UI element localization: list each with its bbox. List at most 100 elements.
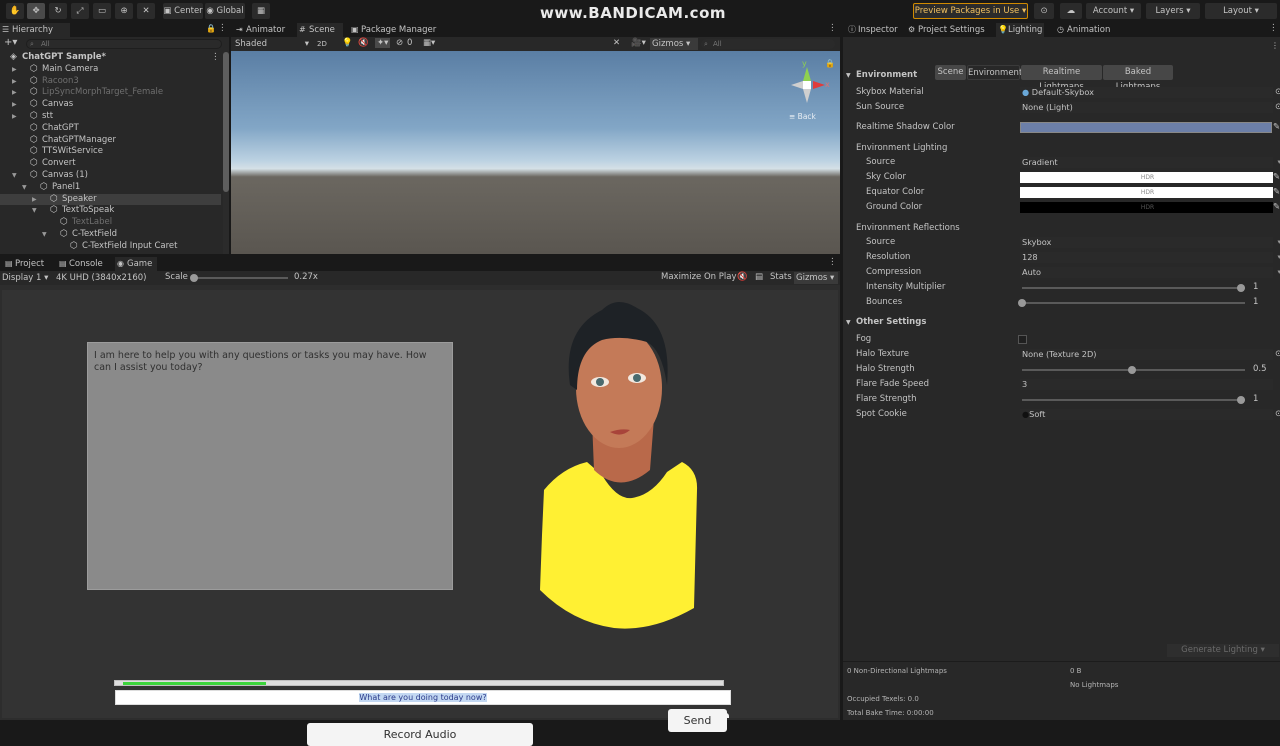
resolution-dropdown[interactable]: 128 [1020, 252, 1280, 263]
hierarchy-item[interactable]: ⬡ TextLabel [0, 217, 221, 229]
gizmo-lock-icon[interactable]: 🔒 [825, 59, 835, 68]
eyedropper-icon[interactable]: ✎ [1273, 120, 1280, 135]
equator-color-swatch[interactable]: HDR [1020, 187, 1273, 198]
hierarchy-item[interactable]: ▼ ⬡ C-TextField [0, 229, 221, 241]
collapse-arrow-icon[interactable]: ▶ [12, 87, 17, 99]
halo-texture-field[interactable]: None (Texture 2D) [1020, 349, 1273, 360]
collapse-arrow-icon[interactable]: ▶ [32, 194, 37, 206]
pivot-center-toggle[interactable]: ▣ Center [163, 3, 203, 19]
rotate-tool-icon[interactable]: ↻ [49, 3, 67, 19]
expand-arrow-icon[interactable]: ▼ [22, 182, 27, 194]
tools-icon[interactable]: ✕ [613, 38, 620, 48]
send-button[interactable]: Send [668, 709, 727, 732]
bounces-value[interactable]: 1 [1253, 295, 1258, 310]
2d-toggle[interactable]: 2D [317, 38, 331, 50]
gizmo-neg-x-axis[interactable] [791, 81, 803, 89]
scale-slider-knob[interactable] [190, 274, 198, 282]
generate-lighting-button[interactable]: Generate Lighting ▾ [1167, 644, 1279, 657]
layout-dropdown[interactable]: Layout ▾ [1205, 3, 1277, 19]
eyedropper-icon[interactable]: ✎ [1273, 170, 1280, 185]
hierarchy-item[interactable]: ▶ ⬡ Racoon3 [0, 76, 221, 88]
flare-strength-value[interactable]: 1 [1253, 392, 1258, 407]
hierarchy-item[interactable]: ▶ ⬡ LipSyncMorphTarget_Female [0, 87, 221, 99]
hierarchy-item[interactable]: ⬡ C-TextField Input Caret [0, 241, 221, 253]
collapse-arrow-icon[interactable]: ▶ [12, 99, 17, 111]
layers-dropdown[interactable]: Layers ▾ [1146, 3, 1200, 19]
gizmo-y-axis[interactable] [803, 67, 811, 81]
halo-strength-knob[interactable] [1127, 366, 1136, 374]
preview-packages-dropdown[interactable]: Preview Packages in Use ▾ [913, 3, 1028, 19]
hand-tool-icon[interactable]: ✋ [6, 3, 24, 19]
gizmo-neg-y-axis[interactable] [803, 89, 811, 103]
camera-icon[interactable]: 🎥▾ [631, 38, 646, 48]
bounces-slider-knob[interactable] [1018, 299, 1026, 307]
expand-arrow-icon[interactable]: ▼ [32, 205, 37, 217]
hierarchy-item[interactable]: ▼ ⬡ Panel1 [0, 182, 221, 194]
expand-arrow-icon[interactable]: ▼ [12, 170, 17, 182]
hierarchy-item[interactable]: ⬡ Convert [0, 158, 221, 170]
other-settings-section-header[interactable]: ▼ Other Settings [843, 315, 1279, 330]
lighting-source-dropdown[interactable]: Gradient [1020, 157, 1280, 168]
hierarchy-item[interactable]: ▶ ⬡ Canvas [0, 99, 221, 111]
account-dropdown[interactable]: Account ▾ [1086, 3, 1141, 19]
hierarchy-item[interactable]: ⬡ ChatGPT [0, 123, 221, 135]
scale-tool-icon[interactable]: ⤢ [71, 3, 89, 19]
tab-console[interactable]: ▤ Console [57, 257, 103, 271]
shadow-color-swatch[interactable] [1020, 122, 1272, 133]
shading-mode-dropdown[interactable]: Shaded ▾ [233, 38, 311, 50]
object-picker-icon[interactable]: ⊙ [1275, 85, 1280, 100]
custom-tool-icon[interactable]: ✕ [137, 3, 155, 19]
tab-scene[interactable]: # Scene [297, 23, 343, 37]
services-icon[interactable]: ⊙ [1034, 3, 1054, 19]
sky-color-swatch[interactable]: HDR [1020, 172, 1273, 183]
stats-toggle[interactable]: Stats [770, 272, 792, 282]
hierarchy-item[interactable]: ▶ ⬡ Speaker [0, 193, 221, 206]
lock-icon[interactable]: 🔒 [206, 24, 216, 33]
halo-strength-slider[interactable] [1022, 366, 1245, 374]
maximize-on-play-toggle[interactable]: Maximize On Play [661, 272, 736, 282]
sun-source-field[interactable]: None (Light) [1020, 102, 1273, 113]
tab-inspector[interactable]: ⓘ Inspector [846, 23, 902, 37]
lighting-menu-icon[interactable]: ⋮ [1271, 41, 1279, 50]
flare-strength-slider[interactable] [1022, 396, 1245, 404]
object-picker-icon[interactable]: ⊙ [1275, 347, 1280, 362]
add-icon[interactable]: +▾ [4, 37, 17, 48]
audio-toggle-icon[interactable]: 🔇 [358, 38, 369, 48]
intensity-slider-knob[interactable] [1237, 284, 1245, 292]
hierarchy-item[interactable]: ▼ ⬡ Canvas (1) [0, 170, 221, 182]
scene-menu-icon[interactable]: ⋮ [211, 52, 220, 64]
hierarchy-item[interactable]: ▶ ⬡ stt [0, 111, 221, 123]
gizmo-x-axis[interactable] [813, 81, 825, 89]
grid-toggle-icon[interactable]: ▦▾ [423, 38, 435, 48]
gizmo-view-label[interactable]: ≡ Back [789, 112, 816, 121]
grid-snap-icon[interactable]: ▦ [252, 3, 270, 19]
record-audio-button[interactable]: Record Audio [307, 723, 533, 746]
scene-gizmos-dropdown[interactable]: Gizmos ▾ [650, 38, 698, 50]
flare-fade-field[interactable]: 3 [1020, 379, 1273, 390]
compression-dropdown[interactable]: Auto [1020, 267, 1280, 278]
reflection-source-dropdown[interactable]: Skybox [1020, 237, 1280, 248]
hidden-objects-icon[interactable]: ⊘ [396, 38, 403, 48]
rect-tool-icon[interactable]: ▭ [93, 3, 111, 19]
lighting-toggle-icon[interactable]: 💡 [342, 38, 353, 48]
game-gizmos-dropdown[interactable]: Gizmos ▾ [794, 272, 838, 284]
move-tool-icon[interactable]: ✥ [27, 3, 45, 19]
cloud-icon[interactable]: ☁ [1060, 3, 1082, 19]
resolution-dropdown[interactable]: 4K UHD (3840x2160) ▾ [56, 272, 160, 295]
ground-color-swatch[interactable]: HDR [1020, 202, 1273, 213]
fog-checkbox[interactable] [1018, 335, 1027, 344]
scale-slider[interactable] [190, 274, 288, 282]
tab-project[interactable]: ▤ Project [3, 257, 45, 271]
intensity-slider[interactable] [1022, 284, 1245, 292]
hierarchy-scene-root[interactable]: ▼◈ChatGPT Sample*⋮ [0, 52, 221, 64]
hierarchy-item[interactable]: ▼ ⬡ TextToSpeak [0, 205, 221, 217]
expand-arrow-icon[interactable]: ▼ [42, 229, 47, 241]
object-picker-icon[interactable]: ⊙ [1275, 407, 1280, 422]
tab-animation[interactable]: ◷ Animation [1055, 23, 1119, 37]
game-more-icon[interactable]: ⋮ [828, 257, 837, 267]
eyedropper-icon[interactable]: ✎ [1273, 185, 1280, 200]
orientation-gizmo[interactable]: y x ≡ Back [783, 59, 830, 121]
tab-package-manager[interactable]: ▣ Package Manager [349, 23, 439, 37]
collapse-arrow-icon[interactable]: ▶ [12, 76, 17, 88]
right-more-icon[interactable]: ⋮ [1269, 23, 1278, 33]
